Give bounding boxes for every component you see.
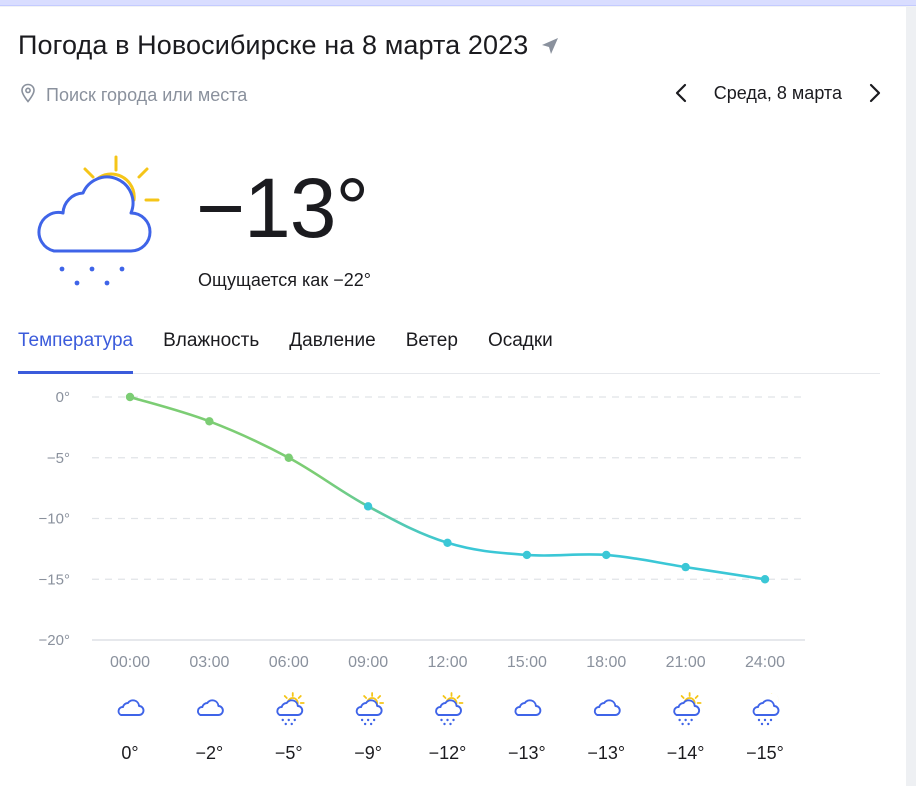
y-tick-label: 0° [56, 389, 70, 406]
data-point[interactable] [760, 575, 770, 584]
sun-cloud-snow-icon [355, 692, 385, 726]
cloud-icon [117, 699, 145, 716]
cloud-icon [197, 699, 224, 716]
tab-pressure[interactable]: Давление [289, 326, 375, 374]
current-temperature: −13° [196, 161, 369, 255]
search-box[interactable] [20, 82, 350, 108]
date-navigation: Среда, 8 марта [670, 80, 886, 106]
hourly-temperature: −5° [275, 743, 303, 763]
y-tick-label: −10° [39, 511, 70, 528]
chart-canvas: 0° −5° −10° −15° −20° 00:00 0° 03:00 −2° 06:00 −5°… [39, 389, 805, 763]
hourly-temperature: −2° [196, 743, 224, 763]
data-point[interactable] [602, 550, 611, 560]
tab-precipitation[interactable]: Осадки [488, 326, 553, 374]
data-point[interactable] [443, 538, 452, 547]
x-tick-label: 18:00 [586, 654, 626, 671]
hourly-temperature: −12° [429, 743, 467, 763]
hourly-temperature: −14° [667, 743, 705, 763]
tab-wind[interactable]: Ветер [406, 326, 458, 374]
data-point[interactable] [205, 417, 214, 426]
x-tick-label: 00:00 [110, 654, 150, 671]
current-date: Среда, 8 марта [713, 82, 842, 103]
hourly-temperature: −9° [354, 743, 382, 763]
x-tick-label: 12:00 [427, 654, 467, 671]
partly-cloudy-snow-icon [30, 150, 165, 290]
hourly-temperature: −15° [746, 743, 784, 763]
page-title: Погода в Новосибирске на 8 марта 2023 [18, 30, 529, 60]
sun-cloud-snow-icon [276, 692, 305, 726]
header: Погода в Новосибирске на 8 марта 2023 [18, 30, 560, 61]
data-point[interactable] [681, 562, 690, 572]
x-tick-label: 09:00 [348, 654, 388, 671]
x-tick-label: 06:00 [269, 654, 309, 671]
cloud-icon [593, 699, 621, 716]
chevron-right-icon[interactable] [864, 80, 886, 106]
chevron-left-icon[interactable] [670, 80, 692, 106]
x-tick-label: 21:00 [666, 654, 706, 671]
tab-temperature[interactable]: Температура [18, 326, 134, 374]
map-pin-icon [20, 83, 36, 108]
hourly-temperature: −13° [587, 743, 625, 763]
tab-humidity[interactable]: Влажность [163, 326, 259, 374]
data-point[interactable] [284, 453, 293, 462]
data-point[interactable] [363, 502, 373, 511]
sun-cloud-snow-icon [435, 692, 464, 726]
hourly-temperature: −13° [508, 743, 546, 763]
feels-like: Ощущается как −22° [198, 270, 371, 291]
data-point[interactable] [522, 550, 532, 560]
y-tick-label: −5° [47, 450, 70, 467]
moon-cloud-snow-icon [752, 693, 780, 726]
sun-cloud-snow-icon [673, 692, 702, 726]
navigation-arrow-icon[interactable] [540, 36, 560, 56]
x-tick-label: 03:00 [189, 654, 229, 671]
temperature-line [128, 395, 767, 581]
search-input[interactable] [46, 84, 346, 106]
feels-like-value: −22° [333, 270, 371, 290]
x-tick-label: 15:00 [507, 654, 547, 671]
temperature-chart: 0° −5° −10° −15° −20° 00:00 0° 03:00 −2° 06:00 −5°… [0, 374, 906, 786]
y-tick-label: −20° [39, 632, 70, 649]
y-tick-label: −15° [39, 571, 70, 588]
cloud-icon [514, 699, 542, 716]
browser-top-strip [0, 0, 916, 6]
x-tick-label: 24:00 [745, 654, 785, 671]
scrollbar-track[interactable] [906, 7, 916, 786]
feels-like-label: Ощущается как [198, 270, 329, 290]
metric-tabs: Температура Влажность Давление Ветер Оса… [18, 326, 880, 374]
hourly-temperature: 0° [121, 743, 138, 763]
data-point[interactable] [125, 392, 135, 402]
